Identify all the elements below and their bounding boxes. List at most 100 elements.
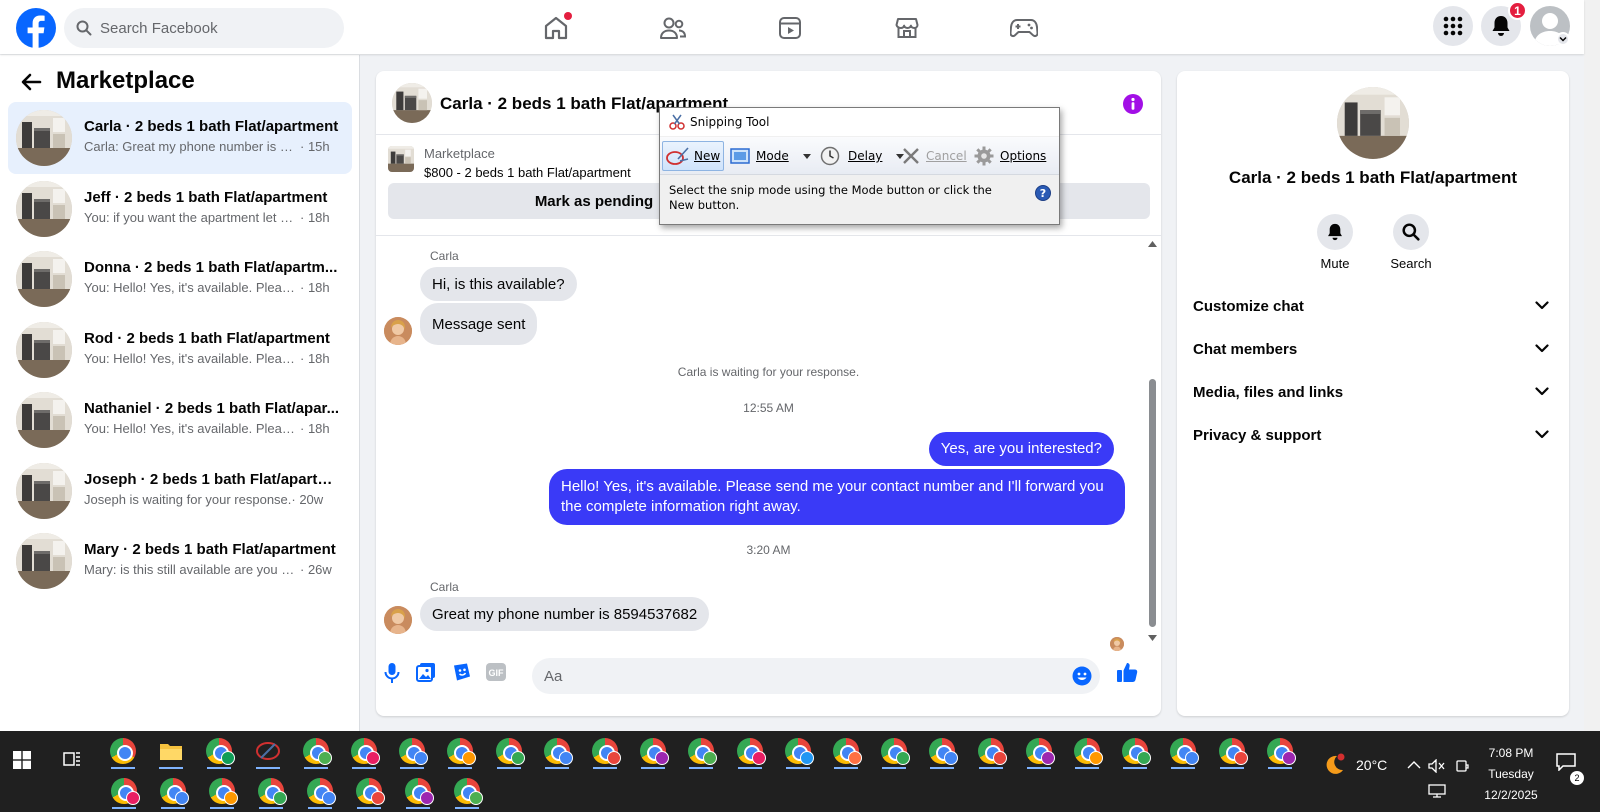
snipping-tool-titlebar[interactable]: Snipping Tool — [660, 108, 1059, 136]
emoji-icon[interactable] — [1072, 666, 1092, 686]
sender-avatar[interactable] — [384, 317, 412, 345]
chrome-profile-window-icon[interactable] — [681, 733, 721, 769]
listing-small-thumbnail[interactable] — [388, 146, 414, 172]
chrome-profile-window-icon[interactable] — [489, 733, 529, 769]
chrome-profile-window-icon[interactable] — [440, 733, 480, 769]
chrome-profile-window-icon[interactable] — [730, 733, 770, 769]
chrome-profile-window-icon[interactable] — [398, 773, 438, 809]
conversation-item[interactable]: Rod · 2 beds 1 bath Flat/apartment You: H… — [8, 314, 352, 386]
conversation-item[interactable]: Donna · 2 beds 1 bath Flat/apartm... You:… — [8, 243, 352, 315]
chrome-profile-window-icon[interactable] — [922, 733, 962, 769]
chrome-profile-window-icon[interactable] — [1212, 733, 1252, 769]
system-clock[interactable]: 7:08 PM Tuesday 12/2/2025 — [1472, 743, 1550, 806]
nav-friends[interactable] — [617, 8, 729, 48]
conversation-item[interactable]: Joseph · 2 beds 1 bath Flat/apartm... Jos… — [8, 455, 352, 527]
chat-scroll-thumb[interactable] — [1149, 379, 1156, 627]
chrome-profile-window-icon[interactable] — [251, 773, 291, 809]
search-input[interactable] — [100, 8, 330, 48]
chrome-profile-window-icon[interactable] — [153, 773, 193, 809]
file-explorer-icon[interactable] — [151, 733, 191, 769]
message-input-box[interactable] — [532, 658, 1100, 694]
details-section-row[interactable]: Media, files and links — [1185, 373, 1561, 413]
info-icon[interactable] — [1122, 93, 1144, 115]
chrome-profile-window-icon[interactable] — [1115, 733, 1155, 769]
microphone-icon[interactable] — [384, 662, 400, 684]
notification-center-icon[interactable] — [1556, 753, 1576, 771]
incoming-message[interactable]: Message sent — [420, 303, 538, 345]
nav-marketplace[interactable] — [851, 8, 963, 48]
incoming-message[interactable]: Great my phone number is 8594537682 — [420, 597, 710, 631]
chrome-profile-window-icon[interactable] — [1019, 733, 1059, 769]
chrome-profile-window-icon[interactable] — [392, 733, 432, 769]
listing-avatar-large[interactable] — [1337, 87, 1409, 159]
chrome-profile-window-icon[interactable] — [1260, 733, 1300, 769]
details-section-row[interactable]: Customize chat — [1185, 287, 1561, 327]
nav-gaming[interactable] — [968, 8, 1080, 48]
outgoing-message[interactable]: Yes, are you interested? — [928, 432, 1114, 466]
new-snip-button[interactable]: New — [662, 141, 724, 171]
chrome-profile-window-icon[interactable] — [585, 733, 625, 769]
nav-home[interactable] — [500, 8, 612, 48]
facebook-logo[interactable] — [16, 8, 56, 48]
listing-thumbnail[interactable] — [392, 83, 432, 123]
search-action[interactable]: Search — [1371, 214, 1451, 271]
delay-button[interactable]: Delay — [820, 141, 905, 171]
snipping-tool-taskbar-icon[interactable] — [248, 733, 288, 769]
notifications-button[interactable]: 1 — [1481, 1, 1527, 46]
mode-button[interactable]: Mode — [730, 141, 811, 171]
chrome-profile-window-icon[interactable] — [778, 733, 818, 769]
chrome-icon[interactable] — [103, 733, 143, 769]
windows-start-icon[interactable] — [13, 751, 31, 769]
device-status-icon[interactable] — [1455, 758, 1469, 774]
show-hidden-icons-chevron-up-icon[interactable] — [1407, 761, 1421, 769]
message-input[interactable] — [544, 658, 1044, 694]
weather-widget[interactable]: 20°C — [1322, 753, 1387, 777]
details-section-row[interactable]: Chat members — [1185, 330, 1561, 370]
sticker-icon[interactable] — [452, 662, 472, 682]
chrome-profile-window-icon[interactable] — [447, 773, 487, 809]
chrome-profile-window-icon[interactable] — [349, 773, 389, 809]
back-arrow-icon[interactable] — [20, 71, 42, 93]
task-view-icon[interactable] — [62, 749, 82, 769]
options-button[interactable]: Options — [974, 141, 1046, 171]
chrome-profile-window-icon[interactable] — [202, 773, 242, 809]
chrome-profile-window-icon[interactable] — [1067, 733, 1107, 769]
chrome-profile-window-icon[interactable] — [344, 733, 384, 769]
chevron-down-icon — [1535, 387, 1549, 396]
scroll-up-icon[interactable] — [1148, 241, 1157, 247]
outgoing-message[interactable]: Hello! Yes, it's available. Please send … — [549, 469, 1125, 525]
network-icon[interactable] — [1428, 784, 1446, 798]
conversation-item[interactable]: Carla · 2 beds 1 bath Flat/apartment Carl… — [8, 102, 352, 174]
chat-scrollbar[interactable] — [1146, 237, 1158, 647]
chrome-profile-window-icon[interactable] — [537, 733, 577, 769]
menu-button[interactable] — [1433, 6, 1473, 46]
speaker-muted-icon[interactable] — [1428, 759, 1446, 773]
incoming-message[interactable]: Hi, is this available? — [420, 267, 577, 301]
help-icon[interactable]: ? — [1035, 185, 1051, 201]
chrome-profile-window-icon[interactable] — [1163, 733, 1203, 769]
chrome-profile-window-icon[interactable] — [300, 773, 340, 809]
thumbs-up-icon[interactable] — [1116, 661, 1138, 683]
search-facebook-box[interactable] — [64, 8, 344, 48]
cancel-button[interactable]: Cancel — [902, 141, 967, 171]
details-section-row[interactable]: Privacy & support — [1185, 416, 1561, 456]
scroll-down-icon[interactable] — [1148, 635, 1157, 641]
chrome-profile-window-icon[interactable] — [104, 773, 144, 809]
account-menu-caret[interactable] — [1556, 32, 1570, 46]
page-scrollbar[interactable] — [1584, 0, 1600, 731]
conversation-item[interactable]: Mary · 2 beds 1 bath Flat/apartment Mary:… — [8, 525, 352, 597]
chrome-profile-window-icon[interactable] — [874, 733, 914, 769]
mute-action[interactable]: Mute — [1295, 214, 1375, 271]
chrome-profile-window-icon[interactable] — [971, 733, 1011, 769]
nav-video[interactable] — [734, 8, 846, 48]
chrome-profile-window-icon[interactable] — [296, 733, 336, 769]
photo-icon[interactable] — [416, 662, 436, 682]
sender-avatar[interactable] — [384, 606, 412, 634]
gif-icon[interactable]: GIF — [486, 663, 506, 681]
listing-price[interactable]: $800 - 2 beds 1 bath Flat/apartment — [424, 165, 631, 180]
conversation-item[interactable]: Jeff · 2 beds 1 bath Flat/apartment You: … — [8, 173, 352, 245]
conversation-item[interactable]: Nathaniel · 2 beds 1 bath Flat/apar... Yo… — [8, 384, 352, 456]
chrome-profile-window-icon[interactable] — [826, 733, 866, 769]
chrome-app-icon[interactable] — [199, 733, 239, 769]
chrome-profile-window-icon[interactable] — [633, 733, 673, 769]
